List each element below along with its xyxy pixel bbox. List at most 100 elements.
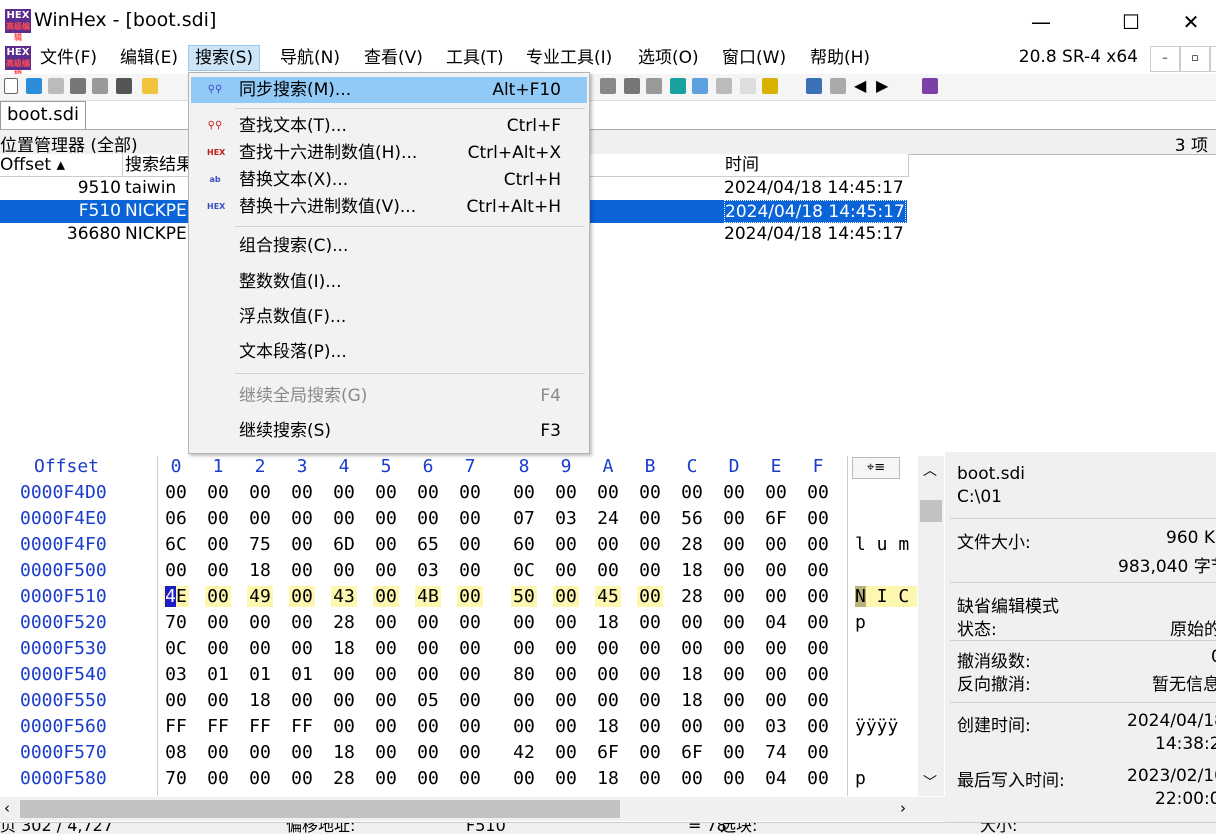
menu-item-float-value[interactable]: 浮点数值(F)... xyxy=(191,304,587,330)
hex-byte[interactable]: 00 xyxy=(205,534,231,555)
menu-item-continue-global-search[interactable]: 继续全局搜索(G) F4 xyxy=(191,383,587,409)
hex-byte[interactable]: 00 xyxy=(373,664,399,685)
hex-byte[interactable]: 00 xyxy=(457,482,483,503)
save-icon[interactable] xyxy=(48,78,64,94)
hex-byte[interactable]: 00 xyxy=(595,534,621,555)
menu-item-sync-search[interactable]: ⚲⚲ 同步搜索(M)... Alt+F10 xyxy=(191,77,587,103)
hex-byte[interactable]: 00 xyxy=(415,482,441,503)
hex-byte[interactable]: 00 xyxy=(457,638,483,659)
properties-icon[interactable] xyxy=(92,78,108,94)
hex-byte[interactable]: 00 xyxy=(373,716,399,737)
hex-row-ascii[interactable]: l u m xyxy=(855,534,917,555)
hex-byte[interactable]: 03 xyxy=(415,560,441,581)
hex-byte[interactable]: 56 xyxy=(679,508,705,529)
hex-byte[interactable]: 00 xyxy=(553,768,579,789)
new-file-icon[interactable] xyxy=(4,78,18,94)
hex-byte[interactable]: 00 xyxy=(763,560,789,581)
hex-byte[interactable]: 00 xyxy=(289,508,315,529)
hex-byte[interactable]: 00 xyxy=(247,742,273,763)
hex-byte[interactable]: 00 xyxy=(553,638,579,659)
hex-byte[interactable]: 00 xyxy=(511,612,537,633)
hex-byte[interactable]: 18 xyxy=(331,638,357,659)
calculator-icon[interactable] xyxy=(670,78,686,94)
hex-byte[interactable]: 00 xyxy=(415,508,441,529)
hex-byte[interactable]: 00 xyxy=(637,482,663,503)
menu-view[interactable]: 查看(V) xyxy=(358,46,429,70)
hex-byte[interactable]: 00 xyxy=(163,482,189,503)
hex-byte[interactable]: 6F xyxy=(763,508,789,529)
hex-byte[interactable]: 00 xyxy=(331,716,357,737)
hex-byte[interactable]: 6D xyxy=(331,534,357,555)
scroll-down-icon[interactable]: ﹀ xyxy=(923,772,937,792)
hex-byte[interactable]: 00 xyxy=(679,768,705,789)
hex-byte[interactable]: 00 xyxy=(289,638,315,659)
hex-byte[interactable]: 00 xyxy=(205,508,231,529)
hex-byte[interactable]: 00 xyxy=(637,742,663,763)
hex-byte[interactable]: 00 xyxy=(721,560,747,581)
find-icon[interactable] xyxy=(692,78,708,94)
hex-byte[interactable]: 00 xyxy=(331,690,357,711)
hex-byte[interactable]: 01 xyxy=(205,664,231,685)
hex-byte[interactable]: 00 xyxy=(553,742,579,763)
hex-byte[interactable]: 00 xyxy=(289,612,315,633)
settings-icon[interactable] xyxy=(762,78,778,94)
hex-byte[interactable]: 00 xyxy=(637,690,663,711)
hex-byte[interactable]: 00 xyxy=(205,742,231,763)
hex-byte[interactable]: 00 xyxy=(721,690,747,711)
close-button[interactable]: ✕ xyxy=(1166,0,1216,44)
hex-byte[interactable]: 00 xyxy=(805,638,831,659)
hex-byte[interactable]: 00 xyxy=(331,664,357,685)
hex-byte[interactable]: 03 xyxy=(763,716,789,737)
hex-byte[interactable]: 08 xyxy=(163,742,189,763)
hex-byte[interactable]: 18 xyxy=(247,560,273,581)
table-icon[interactable] xyxy=(830,78,846,94)
hex-byte[interactable]: 00 xyxy=(289,742,315,763)
hex-byte[interactable]: 00 xyxy=(637,586,663,607)
hex-byte[interactable]: 00 xyxy=(247,612,273,633)
hex-byte[interactable]: 18 xyxy=(595,768,621,789)
hex-byte[interactable]: 00 xyxy=(457,586,483,607)
hex-byte[interactable]: 18 xyxy=(247,690,273,711)
menu-search[interactable]: 搜索(S) xyxy=(188,45,261,71)
hex-byte[interactable]: 00 xyxy=(373,482,399,503)
menu-options[interactable]: 选项(O) xyxy=(632,46,705,70)
hex-byte[interactable]: 00 xyxy=(721,716,747,737)
hex-byte[interactable]: 00 xyxy=(763,690,789,711)
hex-byte[interactable]: 00 xyxy=(805,534,831,555)
hex-byte[interactable]: 42 xyxy=(511,742,537,763)
menu-navigate[interactable]: 导航(N) xyxy=(274,46,346,70)
scroll-right-icon[interactable]: › xyxy=(900,799,906,817)
hex-byte[interactable]: 00 xyxy=(553,482,579,503)
hex-byte[interactable]: 00 xyxy=(457,560,483,581)
hex-byte[interactable]: 4E xyxy=(163,586,189,607)
hex-byte[interactable]: 00 xyxy=(511,638,537,659)
hex-byte[interactable]: 00 xyxy=(247,508,273,529)
forward-icon[interactable]: ▶ xyxy=(876,76,888,95)
hex-byte[interactable]: 0C xyxy=(511,560,537,581)
hex-row-ascii[interactable]: p ( xyxy=(855,768,917,789)
clipboard-icon[interactable] xyxy=(116,78,132,94)
hex-byte[interactable]: 00 xyxy=(805,664,831,685)
hex-byte[interactable]: 00 xyxy=(415,742,441,763)
hex-byte[interactable]: 00 xyxy=(721,482,747,503)
hex-byte[interactable]: 6F xyxy=(595,742,621,763)
menu-window[interactable]: 窗口(W) xyxy=(716,46,792,70)
hex-byte[interactable]: 00 xyxy=(553,560,579,581)
menu-edit[interactable]: 编辑(E) xyxy=(114,46,184,70)
hex-byte[interactable]: 00 xyxy=(679,612,705,633)
hex-byte[interactable]: 00 xyxy=(637,638,663,659)
hex-byte[interactable]: 70 xyxy=(163,768,189,789)
hex-byte[interactable]: 00 xyxy=(289,768,315,789)
hex-byte[interactable]: 00 xyxy=(205,560,231,581)
hex-byte[interactable]: 00 xyxy=(457,716,483,737)
hex-byte[interactable]: 00 xyxy=(721,612,747,633)
ram-icon[interactable] xyxy=(646,78,662,94)
hex-byte[interactable]: 00 xyxy=(205,612,231,633)
scroll-up-icon[interactable]: ︿ xyxy=(923,460,937,480)
hex-byte[interactable]: 18 xyxy=(595,612,621,633)
hex-byte[interactable]: 28 xyxy=(331,612,357,633)
hex-byte[interactable]: 00 xyxy=(805,560,831,581)
hex-byte[interactable]: 00 xyxy=(805,768,831,789)
open-file-icon[interactable] xyxy=(26,78,42,94)
hex-byte[interactable]: 00 xyxy=(373,742,399,763)
